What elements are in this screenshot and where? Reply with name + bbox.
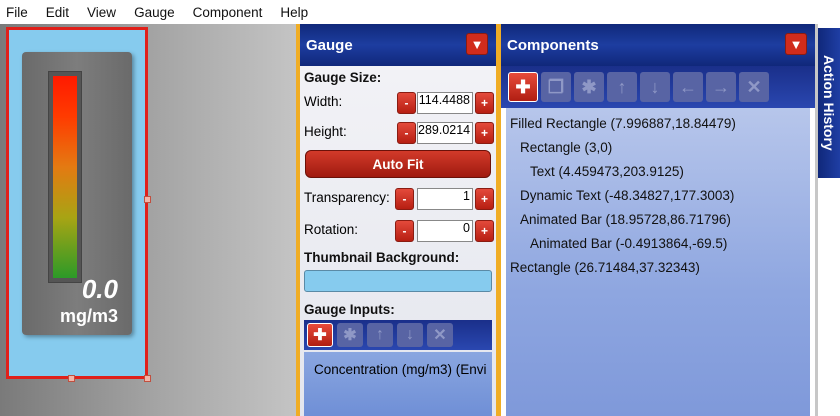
design-canvas[interactable]: 0.0 mg/m3 — [0, 24, 296, 416]
transparency-row: Transparency: - 1 + — [300, 186, 496, 212]
components-panel-title: Components — [507, 36, 599, 54]
move-left-icon[interactable]: ← — [673, 72, 703, 102]
height-row: Height: - 289.0214 + — [300, 120, 496, 146]
components-panel: Components ▼ ✚ ❐ ✱ ↑ ↓ ← → ✕ Filled Rect… — [501, 24, 815, 416]
transparency-input[interactable]: 1 — [417, 188, 473, 210]
add-input-button[interactable]: ✚ — [307, 323, 333, 347]
thumbnail-title: Thumbnail Background: — [304, 250, 460, 265]
menu-component[interactable]: Component — [184, 5, 272, 20]
gauge-bar-fill — [53, 76, 77, 278]
menu-view[interactable]: View — [78, 5, 125, 20]
menu-gauge[interactable]: Gauge — [125, 5, 184, 20]
delete-input-icon[interactable]: ✕ — [427, 323, 453, 347]
rotation-increment-button[interactable]: + — [475, 220, 494, 242]
gauge-panel-title: Gauge — [306, 36, 353, 54]
gauge-body[interactable]: 0.0 mg/m3 — [22, 52, 132, 335]
rotation-input[interactable]: 0 — [417, 220, 473, 242]
edit-input-tools-icon[interactable]: ✱ — [337, 323, 363, 347]
tree-item[interactable]: Rectangle (3,0) — [506, 136, 810, 160]
tree-item[interactable]: Animated Bar (-0.4913864,-69.5) — [506, 232, 810, 256]
tree-item[interactable]: Rectangle (26.71484,37.32343) — [506, 256, 810, 280]
gauge-inputs-toolbar: ✚ ✱ ↑ ↓ ✕ — [304, 320, 492, 350]
width-row: Width: - 114.4488 + — [300, 90, 496, 116]
menu-help[interactable]: Help — [271, 5, 317, 20]
menu-file[interactable]: File — [0, 5, 37, 20]
resize-handle-right[interactable] — [144, 196, 151, 203]
list-item[interactable]: Concentration (mg/m3) (Envi — [304, 352, 492, 377]
gauge-panel-header: Gauge ▼ — [300, 24, 496, 66]
rotation-decrement-button[interactable]: - — [395, 220, 414, 242]
gauge-unit-text[interactable]: mg/m3 — [60, 306, 118, 327]
gauge-bar-frame[interactable] — [48, 71, 82, 283]
width-label: Width: — [304, 94, 343, 109]
tree-item[interactable]: Text (4.459473,203.9125) — [506, 160, 810, 184]
resize-handle-bottom[interactable] — [68, 375, 75, 382]
resize-handle-corner[interactable] — [144, 375, 151, 382]
gauge-inputs-title: Gauge Inputs: — [304, 302, 395, 317]
duplicate-icon[interactable]: ❐ — [541, 72, 571, 102]
auto-fit-button[interactable]: Auto Fit — [305, 150, 491, 178]
height-input[interactable]: 289.0214 — [417, 122, 473, 144]
delete-component-icon[interactable]: ✕ — [739, 72, 769, 102]
height-label: Height: — [304, 124, 347, 139]
rotation-label: Rotation: — [304, 222, 359, 237]
tree-item[interactable]: Dynamic Text (-48.34827,177.3003) — [506, 184, 810, 208]
gauge-panel-body: Gauge Size: Width: - 114.4488 + Height: … — [300, 66, 496, 416]
transparency-decrement-button[interactable]: - — [395, 188, 414, 210]
selected-gauge[interactable]: 0.0 mg/m3 — [6, 27, 148, 379]
gauge-inputs-list: Concentration (mg/m3) (Envi — [304, 352, 492, 416]
rotation-row: Rotation: - 0 + — [300, 218, 496, 244]
move-up-icon[interactable]: ↑ — [367, 323, 393, 347]
transparency-increment-button[interactable]: + — [475, 188, 494, 210]
width-increment-button[interactable]: + — [475, 92, 494, 114]
menu-edit[interactable]: Edit — [37, 5, 78, 20]
move-down-icon[interactable]: ↓ — [397, 323, 423, 347]
height-decrement-button[interactable]: - — [397, 122, 416, 144]
move-right-icon[interactable]: → — [706, 72, 736, 102]
tree-item[interactable]: Animated Bar (18.95728,86.71796) — [506, 208, 810, 232]
gauge-panel: Gauge ▼ Gauge Size: Width: - 114.4488 + … — [300, 24, 496, 416]
transparency-label: Transparency: — [304, 190, 390, 205]
pin-icon[interactable]: ▼ — [466, 33, 488, 55]
components-panel-header: Components ▼ — [501, 24, 815, 66]
pin-icon[interactable]: ▼ — [785, 33, 807, 55]
tree-item[interactable]: Filled Rectangle (7.996887,18.84479) — [506, 112, 810, 136]
gauge-value-text[interactable]: 0.0 — [82, 274, 118, 305]
thumbnail-color-swatch[interactable] — [304, 270, 492, 292]
move-down-icon[interactable]: ↓ — [640, 72, 670, 102]
action-history-tab[interactable]: Action History — [818, 28, 840, 178]
add-component-button[interactable]: ✚ — [508, 72, 538, 102]
width-input[interactable]: 114.4488 — [417, 92, 473, 114]
move-up-icon[interactable]: ↑ — [607, 72, 637, 102]
components-tree: Filled Rectangle (7.996887,18.84479) Rec… — [506, 108, 810, 416]
menu-bar: File Edit View Gauge Component Help — [0, 0, 840, 24]
components-toolbar: ✚ ❐ ✱ ↑ ↓ ← → ✕ — [501, 66, 815, 108]
action-history-dock: Action History — [818, 24, 840, 416]
gauge-size-title: Gauge Size: — [304, 70, 382, 85]
tools-icon[interactable]: ✱ — [574, 72, 604, 102]
width-decrement-button[interactable]: - — [397, 92, 416, 114]
height-increment-button[interactable]: + — [475, 122, 494, 144]
